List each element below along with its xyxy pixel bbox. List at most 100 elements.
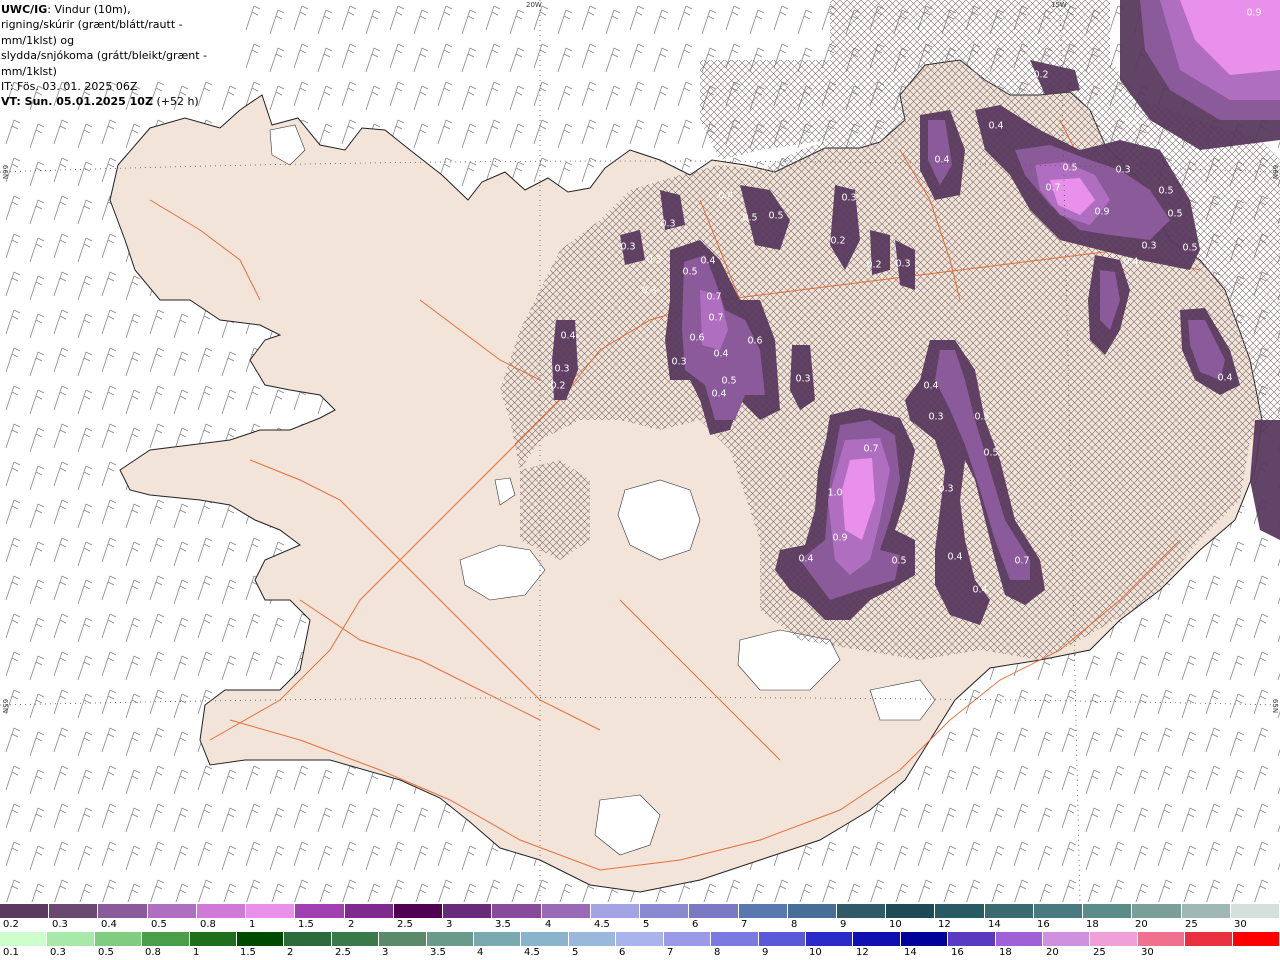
precip-value-label: 0.3 xyxy=(671,356,687,368)
precip-value-label: 0.4 xyxy=(560,330,576,342)
rain-legend-swatch xyxy=(1042,932,1091,946)
precip-value-label: 0.4 xyxy=(972,584,988,596)
rain-legend-swatch xyxy=(853,932,901,946)
precip-value-label: 0.3 xyxy=(841,192,857,204)
title-desc-1: : Vindur (10m), xyxy=(47,3,131,16)
rain-legend-label: 8 xyxy=(714,947,721,958)
rain-legend-label: 18 xyxy=(999,947,1012,958)
precip-value-label: 0.3 xyxy=(938,483,954,495)
precip-value-label: 0.3 xyxy=(646,254,662,266)
precip-value-label: 0.3 xyxy=(1141,240,1157,252)
vt-label: VT: Sun. 05.01.2025 10Z xyxy=(1,95,153,109)
snow-legend-swatch xyxy=(344,904,394,918)
rain-legend-label: 0.3 xyxy=(50,947,66,958)
snow-legend-swatch xyxy=(1083,904,1133,918)
snow-legend-label: 14 xyxy=(988,919,1001,930)
snow-legend-label: 3.5 xyxy=(495,919,511,930)
snow-legend-swatch xyxy=(295,904,345,918)
snow-legend-swatch xyxy=(0,904,50,918)
rain-legend-label: 1.5 xyxy=(240,947,256,958)
precip-value-label: 0.4 xyxy=(988,120,1004,132)
precip-value-label: 0.4 xyxy=(798,553,814,565)
title-line-1: UWC/IG: Vindur (10m), xyxy=(1,2,240,17)
rain-legend-swatch xyxy=(189,932,238,946)
snow-legend-label: 7 xyxy=(741,919,748,930)
precip-value-label: 0.4 xyxy=(711,388,727,400)
rain-legend-label: 0.1 xyxy=(3,947,19,958)
rain-legend-swatch xyxy=(711,932,759,946)
precip-value-label: 0.4 xyxy=(1123,256,1139,268)
rain-legend-swatch xyxy=(521,932,569,946)
precip-value-label: 0.2 xyxy=(1124,116,1140,128)
rain-legend-swatch xyxy=(1090,932,1138,946)
rain-legend-label: 0.5 xyxy=(98,947,114,958)
snow-legend-label: 12 xyxy=(938,919,951,930)
snow-legend-label: 0.8 xyxy=(200,919,216,930)
rain-legend-swatch xyxy=(616,932,664,946)
snow-legend-label: 25 xyxy=(1185,919,1198,930)
snow-legend-label: 5 xyxy=(643,919,650,930)
rain-legend-swatch xyxy=(948,932,996,946)
snow-legend-label: 18 xyxy=(1086,919,1099,930)
snow-legend-swatch xyxy=(984,904,1034,918)
precip-value-label: 0.4 xyxy=(923,380,939,392)
rain-legend-swatch xyxy=(284,932,332,946)
precip-value-label: 0.3 xyxy=(1115,164,1131,176)
rain-legend-swatch xyxy=(426,932,475,946)
snow-legend-label: 0.3 xyxy=(52,919,68,930)
precip-value-label: 0.2 xyxy=(830,235,846,247)
rain-legend-swatch xyxy=(142,932,190,946)
precip-value-label: 0.3 xyxy=(928,411,944,423)
snow-legend-swatch xyxy=(49,904,99,918)
rain-legend-label: 9 xyxy=(762,947,769,958)
precip-value-label: 0.4 xyxy=(700,255,716,267)
rain-legend-label: 2 xyxy=(287,947,294,958)
snow-legend-swatch xyxy=(590,904,641,918)
precip-value-label: 0.2 xyxy=(866,259,882,271)
rain-legend-swatch xyxy=(1232,932,1280,946)
vt-offset: (+52 h) xyxy=(156,95,199,109)
it-label: IT: xyxy=(1,80,14,94)
snow-legend-swatch xyxy=(886,904,936,918)
precip-value-label: 0.7 xyxy=(706,291,722,303)
rain-legend-swatch xyxy=(900,932,949,946)
initial-time: IT: Fös. 03. 01. 2025 06Z xyxy=(1,79,240,94)
precip-value-label: 0.7 xyxy=(1045,182,1061,194)
precip-value-label: 0.4 xyxy=(713,348,729,360)
rain-legend-swatch xyxy=(47,932,95,946)
rain-legend-swatch xyxy=(758,932,806,946)
rain-legend-swatch xyxy=(568,932,617,946)
rain-legend-label: 3 xyxy=(382,947,389,958)
precip-value-label: 0.4 xyxy=(947,551,963,563)
precip-value-label: 0.4 xyxy=(1217,372,1233,384)
snow-legend-label: 3 xyxy=(446,919,453,930)
precip-value-label: 0.4 xyxy=(718,190,734,202)
precip-value-label: 0.6 xyxy=(747,335,763,347)
precip-value-label: 0.4 xyxy=(934,154,950,166)
rain-legend-label: 14 xyxy=(904,947,917,958)
grid-label-65n-right: 65N xyxy=(1271,698,1280,714)
precip-value-label: 0.5 xyxy=(768,210,784,222)
snow-legend-swatch xyxy=(1181,904,1231,918)
precip-value-label: 0.5 xyxy=(1167,208,1183,220)
rain-legend-label: 25 xyxy=(1093,947,1106,958)
snow-legend-swatch xyxy=(640,904,690,918)
snow-legend-label: 0.4 xyxy=(101,919,117,930)
snow-legend-label: 9 xyxy=(840,919,847,930)
precip-value-label: 0.2 xyxy=(550,380,566,392)
snow-legend-swatch xyxy=(1230,904,1280,918)
rain-legend-label: 1 xyxy=(193,947,200,958)
rain-legend-label: 4 xyxy=(477,947,484,958)
precip-value-label: 0.5 xyxy=(983,447,999,459)
precip-value-label: 0.6 xyxy=(689,332,705,344)
snow-legend-swatch xyxy=(1033,904,1084,918)
snow-legend-swatch xyxy=(393,904,444,918)
rain-legend-label: 4.5 xyxy=(524,947,540,958)
snow-legend-swatch xyxy=(246,904,296,918)
rain-legend-swatch xyxy=(1185,932,1233,946)
snow-legend-swatch xyxy=(147,904,197,918)
precip-value-label: 0.3 xyxy=(660,218,676,230)
precip-value-label: 0.9 xyxy=(1246,7,1262,19)
snow-legend-swatch xyxy=(98,904,148,918)
snow-legend-label: 20 xyxy=(1135,919,1148,930)
